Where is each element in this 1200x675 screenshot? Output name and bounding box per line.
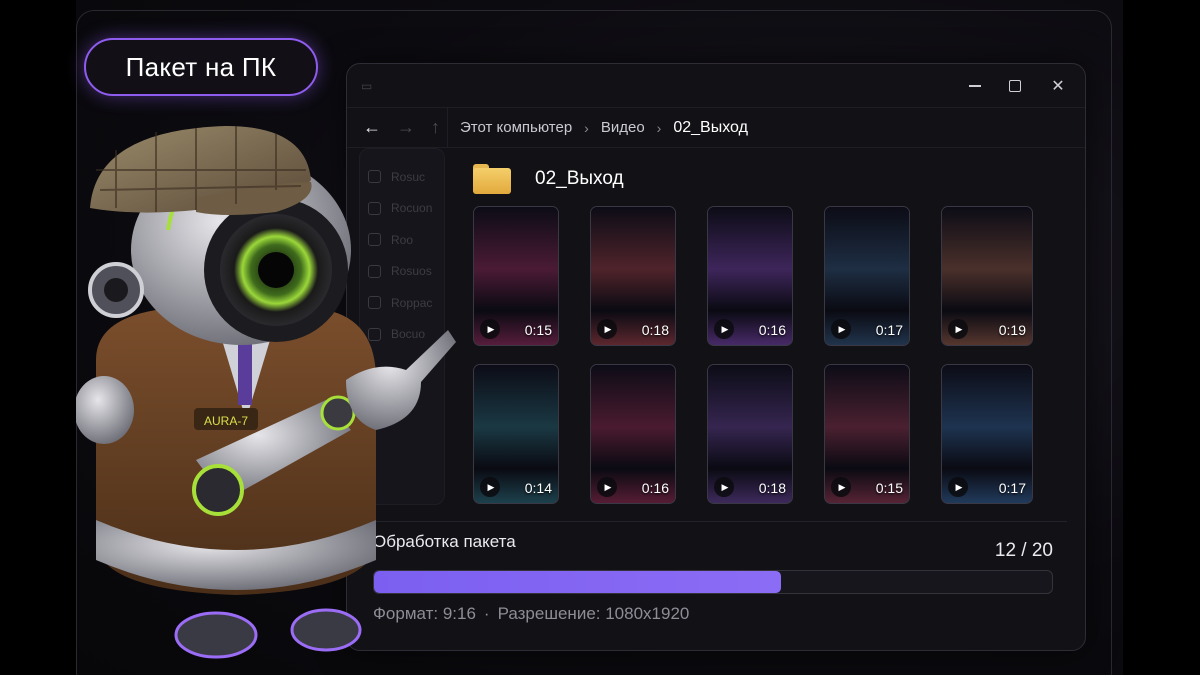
chevron-right-icon: › — [656, 119, 662, 136]
video-thumbnail[interactable]: ▶ 0:18 — [707, 364, 793, 504]
robot-foot — [290, 608, 362, 652]
play-icon[interactable]: ▶ — [948, 477, 968, 497]
robot-shoulder — [76, 376, 134, 444]
breadcrumb-current[interactable]: 02_Выход — [673, 119, 748, 137]
video-duration: 0:16 — [641, 480, 669, 496]
video-thumbnail[interactable]: ▶ 0:16 — [707, 206, 793, 346]
video-duration: 0:15 — [524, 322, 552, 338]
close-icon[interactable]: ✕ — [1049, 77, 1067, 95]
chevron-right-icon: › — [584, 119, 589, 136]
minimize-icon[interactable] — [969, 84, 981, 87]
content-header: 02_Выход — [473, 164, 624, 194]
video-thumbnail[interactable]: ▶ 0:15 — [473, 206, 559, 346]
video-thumbnail[interactable]: ▶ 0:17 — [941, 364, 1033, 504]
video-duration: 0:14 — [524, 480, 552, 496]
folder-icon — [473, 164, 511, 194]
robot-elbow-joint — [192, 464, 244, 516]
play-icon[interactable]: ▶ — [480, 319, 500, 339]
video-thumbnail[interactable]: ▶ 0:16 — [590, 364, 676, 504]
breadcrumb: Этот компьютер › Видео › 02_Выход — [447, 108, 748, 147]
app-icon: ▭ — [361, 78, 373, 93]
batch-badge: Пакет на ПК — [84, 38, 318, 96]
video-thumbnail[interactable]: ▶ 0:17 — [824, 206, 910, 346]
robot-chest-label: AURA-7 — [204, 414, 248, 428]
video-duration: 0:18 — [641, 322, 669, 338]
video-duration: 0:19 — [998, 322, 1026, 338]
video-duration: 0:17 — [875, 322, 903, 338]
video-duration: 0:15 — [875, 480, 903, 496]
divider — [359, 521, 1067, 522]
video-thumbnail[interactable]: ▶ 0:18 — [590, 206, 676, 346]
breadcrumb-item[interactable]: Видео — [601, 119, 645, 136]
file-explorer-window: ▭ ✕ ← → ↑ Этот компьютер › Видео › 02_Вы… — [346, 63, 1086, 651]
play-icon[interactable]: ▶ — [480, 477, 500, 497]
robot-foot — [174, 611, 258, 659]
video-duration: 0:17 — [998, 480, 1026, 496]
navigation-bar: ← → ↑ Этот компьютер › Видео › 02_Выход — [347, 108, 1085, 148]
resolution-text: Разрешение: 1080x1920 — [497, 604, 690, 623]
progress-bar — [373, 570, 1053, 594]
meta-separator: · — [483, 604, 490, 623]
breadcrumb-item[interactable]: Этот компьютер — [460, 119, 572, 136]
video-thumbnail[interactable]: ▶ 0:14 — [473, 364, 559, 504]
video-duration: 0:18 — [758, 480, 786, 496]
robot-tie — [238, 335, 252, 405]
play-icon[interactable]: ▶ — [597, 477, 617, 497]
video-thumbnail[interactable]: ▶ 0:15 — [824, 364, 910, 504]
folder-title: 02_Выход — [535, 168, 624, 189]
video-duration: 0:16 — [758, 322, 786, 338]
video-grid: ▶ 0:15 ▶ 0:18 ▶ 0:16 ▶ 0:17 ▶ 0:19 ▶ 0:14 ▶ 0:16 ▶ 0:18… — [473, 206, 1041, 504]
app-icons: ▭ — [361, 79, 372, 93]
play-icon[interactable]: ▶ — [714, 477, 734, 497]
play-icon[interactable]: ▶ — [714, 319, 734, 339]
video-thumbnail[interactable]: ▶ 0:19 — [941, 206, 1033, 346]
robot-mascot: AURA-7 — [76, 126, 456, 659]
play-icon[interactable]: ▶ — [597, 319, 617, 339]
progress-count: 12 / 20 — [994, 540, 1053, 561]
robot-ear-inner — [104, 278, 128, 302]
play-icon[interactable]: ▶ — [831, 319, 851, 339]
play-icon[interactable]: ▶ — [948, 319, 968, 339]
play-icon[interactable]: ▶ — [831, 477, 851, 497]
robot-eye-pupil — [258, 252, 294, 288]
maximize-icon[interactable] — [1009, 79, 1021, 92]
title-bar: ▭ ✕ — [347, 64, 1085, 108]
